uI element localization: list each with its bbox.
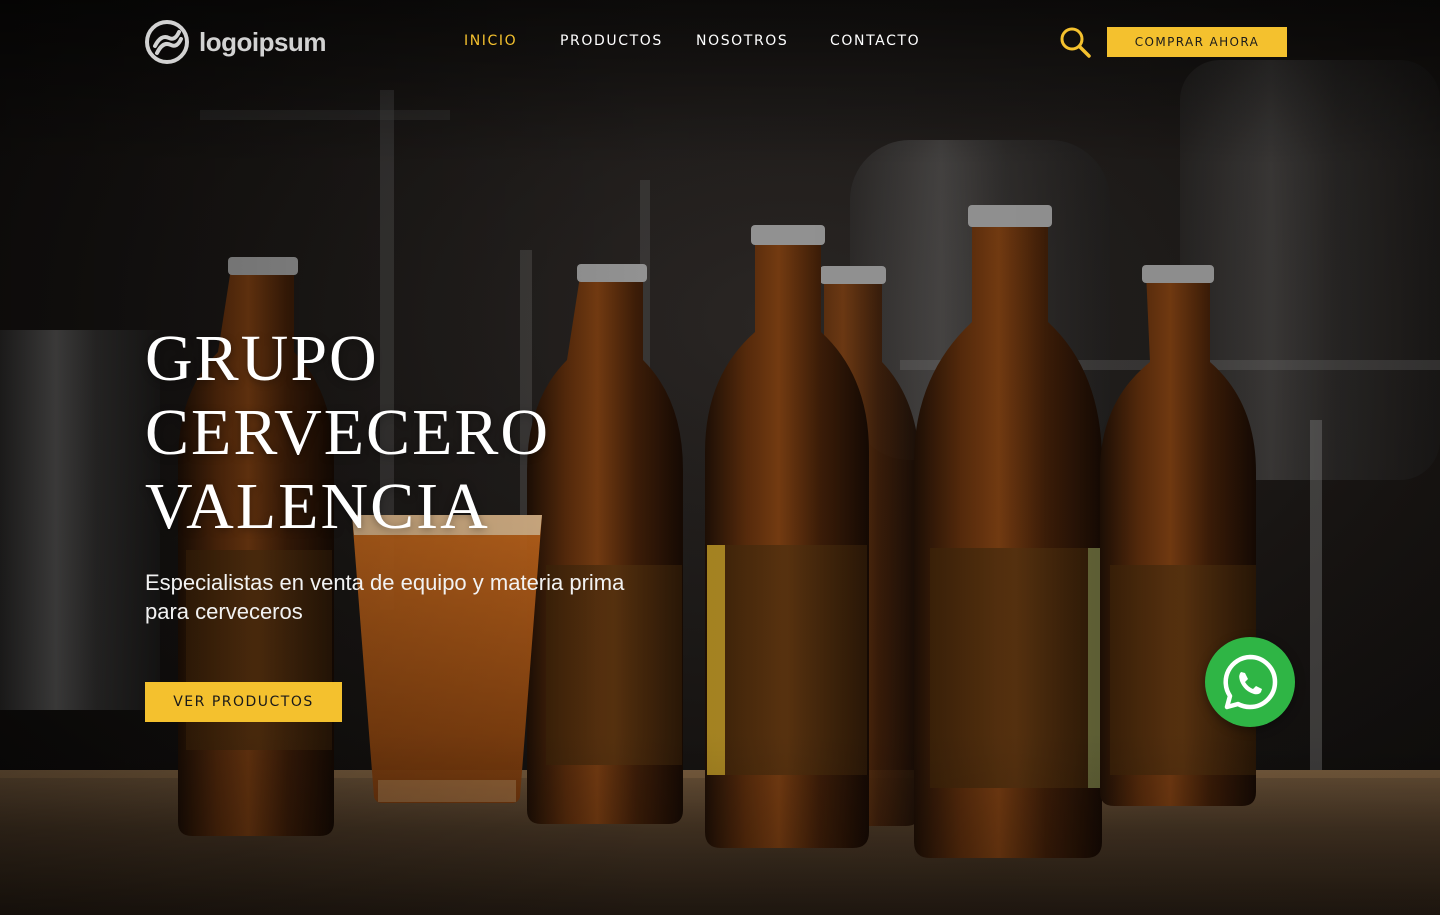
search-icon: [1060, 27, 1091, 58]
search-button[interactable]: [1058, 25, 1092, 59]
nav-productos[interactable]: PRODUCTOS: [560, 33, 663, 49]
nav-contacto[interactable]: CONTACTO: [830, 33, 920, 49]
logo-text: logoipsum: [199, 26, 326, 57]
buy-now-button[interactable]: COMPRAR AHORA: [1107, 27, 1287, 57]
nav-inicio[interactable]: INICIO: [464, 33, 517, 49]
logo-mark-icon: [145, 20, 189, 64]
nav-nosotros[interactable]: NOSOTROS: [696, 33, 788, 49]
view-products-button[interactable]: VER PRODUCTOS: [145, 682, 342, 722]
hero-title: GRUPO CERVECERO VALENCIA: [145, 322, 550, 544]
whatsapp-button[interactable]: [1205, 637, 1295, 727]
hero-title-line: GRUPO: [145, 322, 379, 395]
hero-title-line: CERVECERO: [145, 396, 551, 469]
logo[interactable]: logoipsum: [145, 19, 326, 65]
whatsapp-icon: [1223, 654, 1278, 710]
hero-subtitle: Especialistas en venta de equipo y mater…: [145, 570, 625, 624]
hero-title-line: VALENCIA: [145, 470, 490, 543]
